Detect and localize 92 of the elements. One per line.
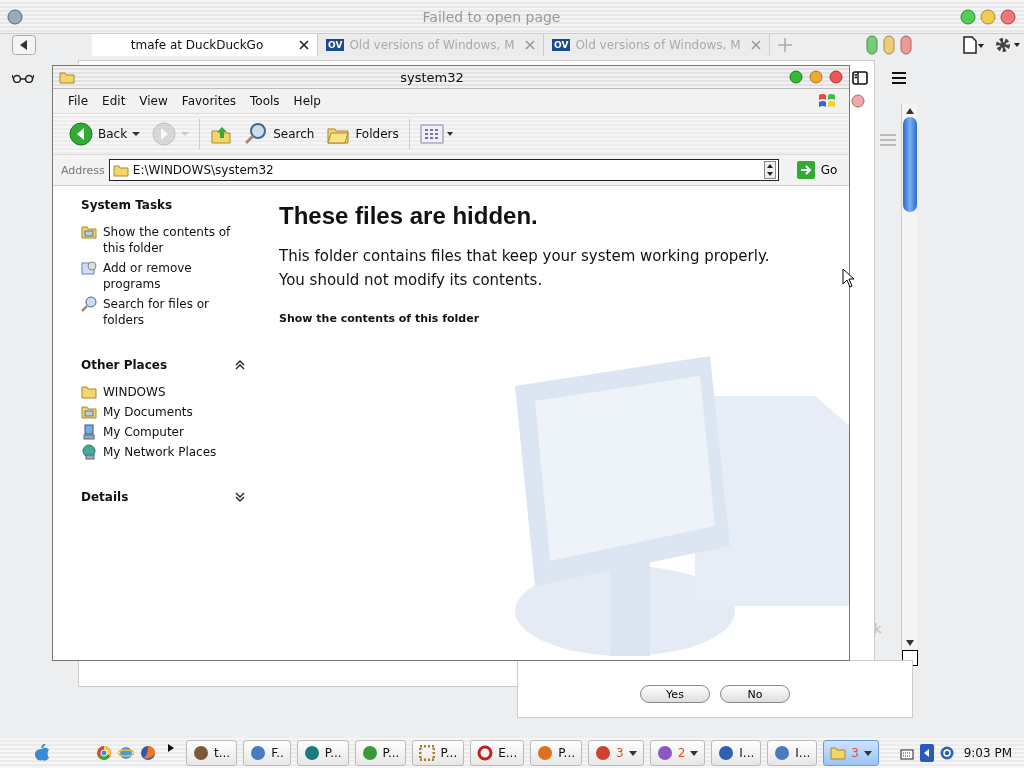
scroll-thumb[interactable] bbox=[902, 117, 917, 212]
task-link[interactable]: WINDOWS bbox=[103, 384, 166, 400]
browser-tab[interactable]: tmafe at DuckDuckGo bbox=[92, 34, 318, 56]
folder-window-icon bbox=[81, 224, 97, 240]
taskbar-button[interactable]: P... bbox=[296, 740, 349, 766]
menu-item[interactable]: Edit bbox=[95, 94, 133, 108]
chevron-icon[interactable] bbox=[235, 360, 245, 370]
minimize-button[interactable] bbox=[980, 8, 996, 25]
folder-icon bbox=[81, 384, 97, 400]
task-link[interactable]: Add or remove programs bbox=[103, 260, 241, 292]
task-link[interactable]: My Network Places bbox=[103, 444, 217, 460]
dialog-button[interactable]: No bbox=[720, 685, 790, 703]
expand-arrow-icon[interactable] bbox=[168, 744, 174, 752]
keyboard-icon[interactable] bbox=[899, 746, 914, 760]
dialog-button[interactable]: Yes bbox=[640, 685, 710, 703]
maximize-button[interactable] bbox=[960, 8, 976, 25]
taskbar-button[interactable]: I... bbox=[767, 740, 818, 766]
taskbar-button[interactable]: 3 bbox=[588, 740, 644, 766]
taskbar-button[interactable]: I... bbox=[711, 740, 762, 766]
network-globe-icon bbox=[81, 444, 97, 460]
page-menu-icon[interactable] bbox=[962, 36, 984, 54]
close-icon[interactable] bbox=[299, 40, 309, 50]
search-icon bbox=[244, 122, 269, 146]
site-badge: OV bbox=[552, 39, 571, 51]
taskbar-button[interactable]: t... bbox=[186, 740, 238, 766]
folder-icon bbox=[59, 70, 75, 84]
go-button[interactable]: Go bbox=[790, 160, 844, 180]
menu-item[interactable]: Tools bbox=[243, 94, 287, 108]
folder-icon bbox=[830, 745, 847, 761]
section-title: Details bbox=[81, 490, 129, 504]
scroll-down-icon[interactable] bbox=[905, 640, 914, 646]
menu-item[interactable]: View bbox=[132, 94, 175, 108]
document-folder-icon bbox=[81, 404, 97, 420]
caret-icon[interactable] bbox=[132, 131, 141, 137]
task-link[interactable]: Search for files or folders bbox=[103, 296, 241, 328]
toolbar-button[interactable]: Folders bbox=[320, 123, 405, 145]
page-heading: These files are hidden. bbox=[279, 202, 539, 230]
menu-item[interactable]: Favorites bbox=[174, 94, 244, 108]
grid-icon bbox=[419, 745, 436, 761]
dropdown-icon[interactable] bbox=[763, 161, 776, 179]
address-field[interactable]: E:\WINDOWS\system32 bbox=[108, 159, 779, 181]
scroll-up-icon[interactable] bbox=[905, 108, 914, 114]
window-title: Failed to open page bbox=[421, 8, 562, 25]
taskbar-button[interactable]: P... bbox=[530, 740, 583, 766]
menu-item[interactable]: File bbox=[61, 94, 96, 108]
caret-icon[interactable] bbox=[690, 750, 699, 756]
clock: 9:03 PM bbox=[963, 746, 1012, 760]
site-badge: OV bbox=[326, 39, 345, 51]
menu-icon[interactable] bbox=[892, 72, 906, 84]
show-contents-link[interactable]: Show the contents of this folder bbox=[279, 312, 480, 325]
task-link[interactable]: Show the contents of this folder bbox=[103, 224, 241, 256]
back-button[interactable] bbox=[12, 35, 36, 55]
toolbar-button[interactable]: Back bbox=[63, 122, 147, 146]
magnifier-icon bbox=[81, 296, 97, 312]
apple-icon[interactable] bbox=[34, 744, 50, 762]
sidebar-icon[interactable] bbox=[852, 71, 868, 85]
description-text: You should not modify its contents. bbox=[279, 270, 544, 290]
circle-icon bbox=[718, 745, 735, 761]
taskbar-button[interactable]: P... bbox=[412, 740, 465, 766]
cd-box-icon bbox=[81, 260, 97, 276]
settings-icon[interactable] bbox=[994, 36, 1020, 54]
computer-icon bbox=[81, 424, 97, 440]
glasses-icon[interactable] bbox=[12, 73, 34, 83]
ring-icon bbox=[477, 745, 494, 761]
description-text: This folder contains files that keep your system working properly. bbox=[279, 246, 771, 266]
caret-icon[interactable] bbox=[628, 750, 637, 756]
menu-item[interactable]: Help bbox=[286, 94, 328, 108]
taskbar-button[interactable]: E... bbox=[470, 740, 525, 766]
address-label: Address bbox=[61, 163, 105, 177]
close-button[interactable] bbox=[1000, 8, 1016, 25]
close-button[interactable] bbox=[829, 70, 843, 84]
taskbar-button[interactable]: F.. bbox=[243, 740, 291, 766]
window-controls-icon bbox=[866, 34, 912, 56]
views-icon bbox=[419, 124, 454, 144]
toolbar-button[interactable]: Search bbox=[238, 122, 321, 146]
section-title: System Tasks bbox=[81, 198, 173, 212]
circle-icon[interactable] bbox=[939, 746, 954, 760]
task-link[interactable]: My Computer bbox=[103, 424, 184, 440]
caret-icon[interactable] bbox=[863, 750, 872, 756]
maximize-button[interactable] bbox=[789, 70, 803, 84]
close-button[interactable] bbox=[851, 94, 865, 108]
minimize-button[interactable] bbox=[809, 70, 823, 84]
vertical-scrollbar[interactable] bbox=[901, 104, 917, 650]
window-title: system32 bbox=[399, 69, 465, 85]
task-link[interactable]: My Documents bbox=[103, 404, 193, 420]
windows-flag-icon bbox=[817, 92, 837, 110]
circle-icon bbox=[303, 745, 320, 761]
folder-icon bbox=[112, 163, 129, 177]
chevron-icon[interactable] bbox=[235, 492, 245, 502]
taskbar-button[interactable]: 2 bbox=[649, 740, 706, 766]
taskbar-button[interactable]: P... bbox=[354, 740, 407, 766]
section-title: Other Places bbox=[81, 358, 168, 372]
